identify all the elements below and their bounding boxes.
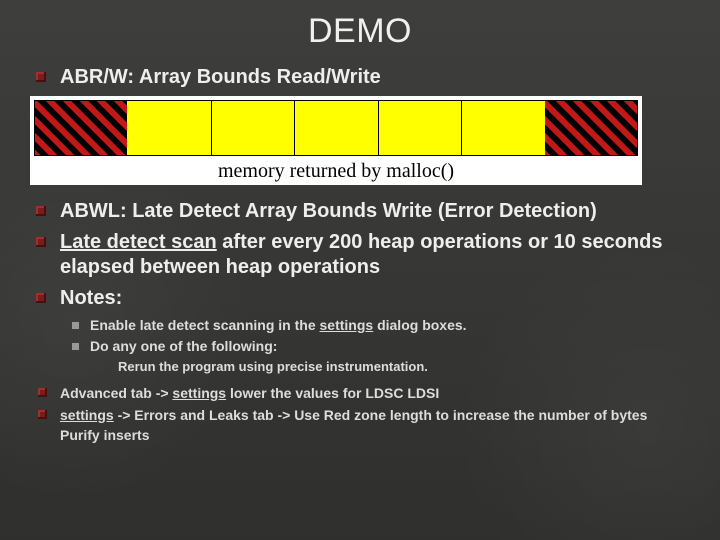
- diagram-caption: memory returned by malloc(): [34, 160, 638, 183]
- slide-title: DEMO: [30, 12, 690, 51]
- settings-link: settings: [172, 385, 226, 401]
- redzone-right: [545, 101, 637, 155]
- note-enable-pre: Enable late detect scanning in the: [90, 317, 320, 333]
- late-detect-underline: Late detect scan: [60, 231, 217, 253]
- slide: DEMO ABR/W: Array Bounds Read/Write memo…: [0, 0, 720, 445]
- bullet-abwl: ABWL: Late Detect Array Bounds Write (Er…: [60, 199, 690, 224]
- bullet-list-bottom: Advanced tab -> settings lower the value…: [30, 383, 690, 446]
- memory-cells: [127, 101, 545, 155]
- notes-sublist: Enable late detect scanning in the setti…: [60, 315, 690, 377]
- bullet-abrw: ABR/W: Array Bounds Read/Write: [60, 65, 690, 90]
- memory-cell: [211, 101, 295, 155]
- notes-label: Notes:: [60, 287, 122, 309]
- note-enable-post: dialog boxes.: [373, 317, 466, 333]
- note-do-any: Do any one of the following: Rerun the p…: [90, 336, 690, 377]
- bullet-redzone: settings -> Errors and Leaks tab -> Use …: [60, 405, 690, 446]
- settings-link: settings: [320, 317, 374, 333]
- redzone-left: [35, 101, 127, 155]
- memory-cell: [127, 101, 211, 155]
- bullet-notes: Notes: Enable late detect scanning in th…: [60, 286, 690, 377]
- memory-cell: [461, 101, 545, 155]
- bullet-list-main: ABWL: Late Detect Array Bounds Write (Er…: [30, 199, 690, 377]
- memory-cell: [294, 101, 378, 155]
- bullet-late-detect: Late detect scan after every 200 heap op…: [60, 230, 690, 280]
- redzone-post: -> Errors and Leaks tab -> Use Red zone …: [60, 407, 647, 443]
- bullet-list-top: ABR/W: Array Bounds Read/Write: [30, 65, 690, 90]
- note-enable-scan: Enable late detect scanning in the setti…: [90, 315, 690, 336]
- bullet-advanced-tab: Advanced tab -> settings lower the value…: [60, 383, 690, 403]
- note-rerun: Rerun the program using precise instrume…: [118, 357, 690, 377]
- notes-subsublist: Rerun the program using precise instrume…: [90, 357, 690, 377]
- note-do-any-text: Do any one of the following:: [90, 338, 277, 354]
- memory-track: [34, 100, 638, 156]
- adv-pre: Advanced tab ->: [60, 385, 172, 401]
- adv-post: lower the values for LDSC LDSI: [226, 385, 439, 401]
- memory-diagram: memory returned by malloc(): [30, 96, 642, 185]
- settings-link: settings: [60, 407, 114, 423]
- memory-cell: [378, 101, 462, 155]
